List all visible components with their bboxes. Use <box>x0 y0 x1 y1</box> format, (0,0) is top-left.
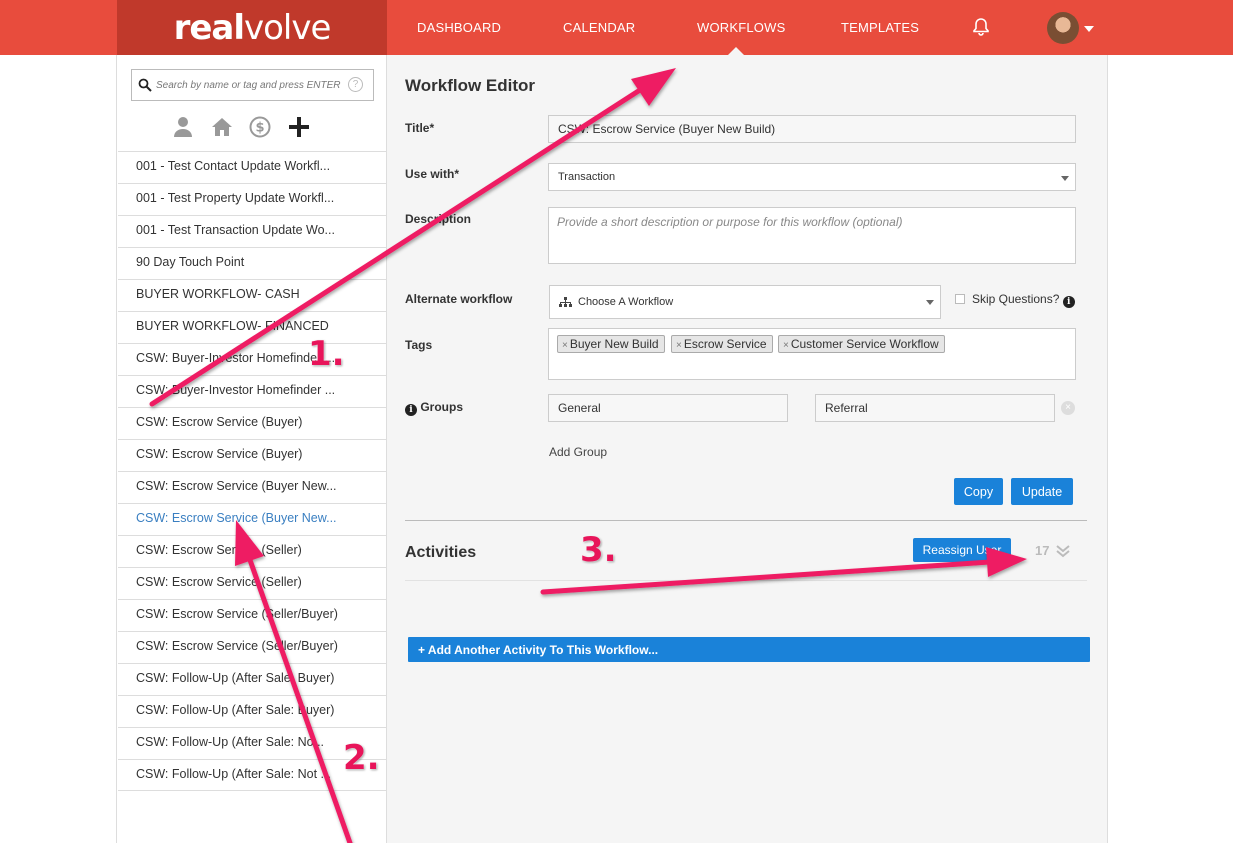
logo-bold-text: real <box>173 7 245 48</box>
workflow-list-item[interactable]: CSW: Escrow Service (Seller/Buyer) <box>118 631 387 663</box>
workflow-list-item[interactable]: CSW: Buyer-Investor Homefinder ... <box>118 343 387 375</box>
active-nav-indicator <box>728 47 744 55</box>
section-divider <box>405 520 1087 521</box>
home-icon[interactable] <box>210 115 234 139</box>
alternate-workflow-select[interactable]: Choose A Workflow <box>549 285 941 319</box>
info-icon[interactable]: i <box>1062 296 1075 308</box>
remove-group-icon[interactable]: × <box>1061 401 1075 415</box>
use-with-select[interactable]: Transaction <box>548 163 1076 191</box>
logo[interactable]: realvolve <box>117 0 387 55</box>
description-label: Description <box>405 212 472 226</box>
tag-remove-icon[interactable]: × <box>783 340 789 351</box>
search-icon <box>138 78 152 92</box>
group-field-referral[interactable]: Referral <box>815 394 1055 422</box>
workflow-list-item-active[interactable]: CSW: Escrow Service (Buyer New... <box>118 503 387 535</box>
hierarchy-icon <box>559 296 572 307</box>
top-navigation-bar: realvolve DASHBOARD CALENDAR WORKFLOWS T… <box>0 0 1233 55</box>
person-icon[interactable] <box>171 115 195 139</box>
tags-label: Tags <box>405 338 433 352</box>
caret-down-icon[interactable] <box>1084 26 1094 32</box>
avatar[interactable] <box>1047 12 1079 44</box>
left-gutter <box>0 55 117 843</box>
title-label: Title* <box>405 121 435 135</box>
activities-heading: Activities <box>405 544 477 561</box>
skip-questions-checkbox[interactable] <box>955 294 965 304</box>
workflow-list-item[interactable]: CSW: Buyer-Investor Homefinder ... <box>118 375 387 407</box>
annotation-label-two: 2. <box>343 738 380 778</box>
tag-remove-icon[interactable]: × <box>562 340 568 351</box>
help-icon[interactable]: ? <box>348 77 363 92</box>
workflow-list-item[interactable]: CSW: Escrow Service (Buyer) <box>118 407 387 439</box>
workflow-list-item[interactable]: CSW: Follow-Up (After Sale: Buyer) <box>118 695 387 727</box>
alternate-workflow-value: Choose A Workflow <box>578 296 674 308</box>
groups-label: i Groups <box>405 400 463 416</box>
use-with-label: Use with* <box>405 167 460 181</box>
workflow-list-item[interactable]: CSW: Escrow Service (Buyer) <box>118 439 387 471</box>
skip-questions-label: Skip Questions? i <box>972 292 1075 308</box>
activities-divider <box>405 580 1087 581</box>
workflow-list-item[interactable]: 001 - Test Transaction Update Wo... <box>118 215 387 247</box>
workflow-list-item[interactable]: CSW: Escrow Service (Seller) <box>118 567 387 599</box>
expand-all-icon[interactable] <box>1055 543 1071 559</box>
right-gutter <box>1107 55 1233 843</box>
alternate-workflow-label: Alternate workflow <box>405 292 513 306</box>
activity-count: 17 <box>1035 543 1050 558</box>
tags-input[interactable]: × Buyer New Build × Escrow Service × Custom… <box>548 328 1076 380</box>
annotation-label-three: 3. <box>580 530 617 570</box>
tag-chip[interactable]: × Buyer New Build <box>557 335 665 353</box>
tag-chip[interactable]: × Escrow Service <box>671 335 773 353</box>
bell-icon[interactable] <box>971 17 991 37</box>
annotation-label-one: 1. <box>308 334 345 374</box>
svg-text:$: $ <box>255 121 264 136</box>
workflow-list-item[interactable]: 90 Day Touch Point <box>118 247 387 279</box>
reassign-user-button[interactable]: Reassign User <box>913 538 1011 562</box>
copy-button[interactable]: Copy <box>954 478 1003 505</box>
page-title: Workflow Editor <box>405 76 536 95</box>
workflow-list-item[interactable]: 001 - Test Property Update Workfl... <box>118 183 387 215</box>
tag-chip[interactable]: × Customer Service Workflow <box>778 335 945 353</box>
chevron-down-icon <box>926 300 934 305</box>
tag-remove-icon[interactable]: × <box>676 340 682 351</box>
add-group-link[interactable]: Add Group <box>549 445 607 459</box>
workflow-list-item[interactable]: CSW: Follow-Up (After Sale: Buyer) <box>118 663 387 695</box>
filter-icon-row: $ <box>118 115 387 139</box>
nav-calendar[interactable]: CALENDAR <box>563 20 635 35</box>
workflow-list: 001 - Test Contact Update Workfl... 001 -… <box>118 151 387 791</box>
title-input[interactable]: CSW: Escrow Service (Buyer New Build) <box>548 115 1076 143</box>
info-icon[interactable]: i <box>405 404 417 416</box>
nav-workflows[interactable]: WORKFLOWS <box>697 20 785 35</box>
nav-dashboard[interactable]: DASHBOARD <box>417 20 501 35</box>
workflow-list-item[interactable]: CSW: Escrow Service (Seller/Buyer) <box>118 599 387 631</box>
description-field[interactable] <box>548 207 1076 264</box>
plus-icon[interactable] <box>287 115 311 139</box>
search-input[interactable] <box>156 76 346 94</box>
nav-templates[interactable]: TEMPLATES <box>841 20 919 35</box>
group-field-general[interactable]: General <box>548 394 788 422</box>
workflow-sidebar: ? $ 001 - Test Contact Update Workfl...0… <box>118 55 387 843</box>
workflow-list-item[interactable]: 001 - Test Contact Update Workfl... <box>118 151 387 183</box>
use-with-value: Transaction <box>558 171 616 183</box>
workflow-list-item[interactable]: CSW: Escrow Service (Seller) <box>118 535 387 567</box>
logo-light-text: volve <box>244 7 331 48</box>
add-activity-button[interactable]: + Add Another Activity To This Workflow.… <box>408 637 1090 662</box>
workflow-list-item[interactable]: BUYER WORKFLOW- CASH <box>118 279 387 311</box>
workflow-list-item[interactable]: CSW: Escrow Service (Buyer New... <box>118 471 387 503</box>
chevron-down-icon <box>1061 176 1069 181</box>
update-button[interactable]: Update <box>1011 478 1073 505</box>
dollar-icon[interactable]: $ <box>248 115 272 139</box>
search-box: ? <box>131 69 374 101</box>
workflow-list-item[interactable]: BUYER WORKFLOW- FINANCED <box>118 311 387 343</box>
